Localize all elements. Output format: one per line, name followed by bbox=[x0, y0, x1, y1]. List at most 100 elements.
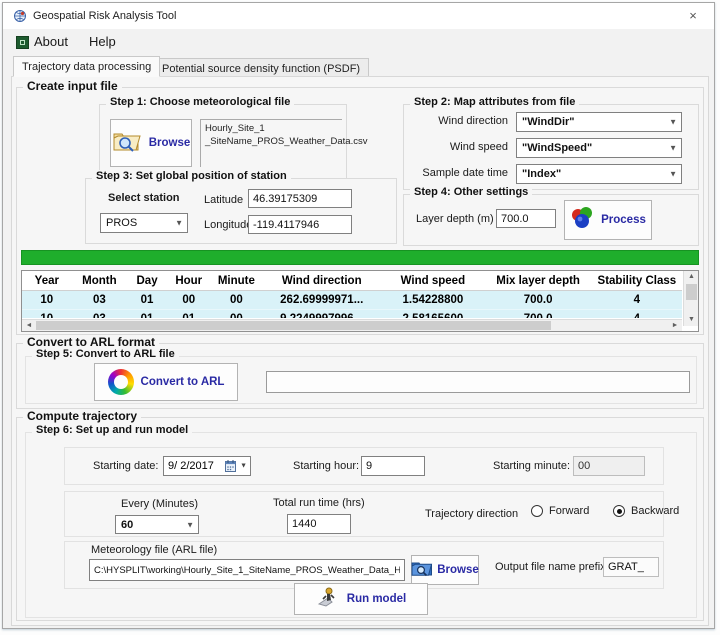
tab-psdf[interactable]: Potential source density function (PSDF) bbox=[153, 58, 369, 77]
browse-meteo-file-label: Browse bbox=[149, 137, 191, 149]
wind-speed-select[interactable]: "WindSpeed" ▼ bbox=[516, 138, 682, 158]
chevron-down-icon: ▼ bbox=[669, 144, 677, 153]
table-vertical-scrollbar[interactable]: ▲ ▼ bbox=[683, 271, 698, 326]
backward-radio[interactable]: Backward bbox=[613, 505, 679, 517]
convert-to-arl-label: Convert to ARL bbox=[141, 376, 225, 388]
chevron-down-icon: ▼ bbox=[669, 170, 677, 179]
browse-arl-file-button[interactable]: Browse bbox=[411, 555, 479, 585]
about-menu-icon bbox=[16, 36, 29, 49]
starting-date-picker[interactable]: 9/ 2/2017 ▼ bbox=[163, 456, 251, 476]
table-header-row: Year Month Day Hour Minute Wind directio… bbox=[22, 271, 682, 291]
cell: 01 bbox=[127, 294, 167, 306]
step2-title: Step 2: Map attributes from file bbox=[410, 96, 579, 108]
title-bar: Geospatial Risk Analysis Tool × bbox=[3, 3, 714, 29]
cell: 10 bbox=[22, 294, 72, 306]
wind-direction-label: Wind direction bbox=[404, 115, 508, 127]
scroll-left-icon[interactable]: ◄ bbox=[22, 320, 36, 332]
col-month: Month bbox=[72, 275, 128, 287]
layer-depth-input[interactable] bbox=[496, 209, 556, 228]
rgb-spheres-icon bbox=[570, 207, 594, 234]
every-minutes-label: Every (Minutes) bbox=[121, 498, 198, 510]
cell: 700.0 bbox=[485, 294, 592, 306]
scroll-right-icon[interactable]: ► bbox=[668, 320, 682, 332]
process-progress-bar bbox=[21, 250, 699, 265]
wind-direction-select[interactable]: "WindDir" ▼ bbox=[516, 112, 682, 132]
forward-radio[interactable]: Forward bbox=[531, 505, 589, 517]
compute-trajectory-group: Compute trajectory Step 6: Set up and ru… bbox=[16, 417, 704, 621]
trajectory-direction-label: Trajectory direction bbox=[425, 508, 518, 520]
table-row[interactable]: 10 03 01 00 00 262.69999971... 1.5422880… bbox=[22, 291, 682, 309]
tab-content: Create input file Step 1: Choose meteoro… bbox=[11, 76, 709, 626]
station-value: PROS bbox=[106, 217, 137, 229]
starting-hour-input[interactable] bbox=[361, 456, 425, 476]
longitude-input[interactable] bbox=[248, 215, 352, 234]
met-file-panel: Meteorology file (ARL file) Browse Outpu… bbox=[64, 541, 664, 589]
desktop: Geospatial Risk Analysis Tool × About He… bbox=[0, 0, 720, 635]
close-button[interactable]: × bbox=[682, 7, 704, 25]
col-day: Day bbox=[127, 275, 167, 287]
step2-group: Step 2: Map attributes from file Wind di… bbox=[403, 104, 699, 190]
wind-direction-value: "WindDir" bbox=[522, 116, 575, 128]
cell: 1.54228800 bbox=[381, 294, 484, 306]
runner-icon bbox=[316, 586, 340, 613]
total-run-time-input[interactable] bbox=[287, 514, 351, 534]
col-stability-class: Stability Class bbox=[592, 275, 682, 287]
latitude-input[interactable] bbox=[248, 189, 352, 208]
met-file-path-input[interactable] bbox=[89, 559, 405, 581]
cell: 9.2249997996... bbox=[262, 313, 381, 319]
starting-date-label: Starting date: bbox=[93, 460, 158, 472]
menu-about[interactable]: About bbox=[34, 34, 68, 49]
sample-date-time-select[interactable]: "Index" ▼ bbox=[516, 164, 682, 184]
browse-meteo-file-button[interactable]: Browse bbox=[110, 119, 192, 167]
run-model-button[interactable]: Run model bbox=[294, 583, 428, 615]
wind-speed-label: Wind speed bbox=[404, 141, 508, 153]
cell: 00 bbox=[167, 294, 211, 306]
scroll-up-icon[interactable]: ▲ bbox=[684, 271, 699, 283]
tab-trajectory-data-processing[interactable]: Trajectory data processing bbox=[13, 56, 160, 77]
step4-title: Step 4: Other settings bbox=[410, 186, 532, 198]
sample-date-time-label: Sample date time bbox=[404, 167, 508, 179]
process-button[interactable]: Process bbox=[564, 200, 652, 240]
cell: 10 bbox=[22, 313, 72, 319]
col-wind-direction: Wind direction bbox=[262, 275, 381, 287]
longitude-label: Longitude bbox=[204, 219, 252, 231]
step3-group: Step 3: Set global position of station S… bbox=[85, 178, 397, 244]
radio-checked-icon[interactable] bbox=[613, 505, 625, 517]
col-wind-speed: Wind speed bbox=[381, 275, 484, 287]
every-minutes-select[interactable]: 60 ▼ bbox=[115, 515, 199, 534]
select-station-label: Select station bbox=[108, 192, 180, 204]
cell: 01 bbox=[127, 313, 167, 319]
vertical-scroll-thumb[interactable] bbox=[686, 284, 697, 300]
cell: 4 bbox=[592, 313, 682, 319]
cell: 00 bbox=[211, 294, 263, 306]
station-select[interactable]: PROS ▼ bbox=[100, 213, 188, 233]
menu-help[interactable]: Help bbox=[89, 34, 116, 49]
folder-search-icon bbox=[112, 129, 142, 158]
starting-date-value: 9/ 2/2017 bbox=[168, 460, 214, 472]
step1-title: Step 1: Choose meteorological file bbox=[106, 96, 294, 108]
starting-minute-input[interactable] bbox=[573, 456, 645, 476]
step6-group: Step 6: Set up and run model Starting da… bbox=[25, 432, 697, 618]
step5-group: Step 5: Convert to ARL file Convert to A… bbox=[25, 356, 697, 404]
browse-arl-file-label: Browse bbox=[437, 564, 479, 576]
output-prefix-input[interactable] bbox=[603, 557, 659, 577]
horizontal-scroll-thumb[interactable] bbox=[36, 321, 551, 330]
step4-group: Step 4: Other settings Layer depth (m) P… bbox=[403, 194, 699, 246]
layer-depth-label: Layer depth (m) bbox=[416, 213, 494, 225]
col-hour: Hour bbox=[167, 275, 211, 287]
table-row[interactable]: 10 03 01 01 00 9.2249997996... 2.5816560… bbox=[22, 309, 682, 318]
app-icon bbox=[13, 9, 27, 23]
cell: 262.69999971... bbox=[262, 294, 381, 306]
selected-file-name: Hourly_Site_1 _SiteName_PROS_Weather_Dat… bbox=[200, 119, 342, 167]
step3-title: Step 3: Set global position of station bbox=[92, 170, 291, 182]
convert-to-arl-button[interactable]: Convert to ARL bbox=[94, 363, 238, 401]
met-file-label: Meteorology file (ARL file) bbox=[91, 544, 217, 556]
cell: 03 bbox=[72, 313, 128, 319]
weather-data-table[interactable]: Year Month Day Hour Minute Wind directio… bbox=[21, 270, 699, 332]
radio-unchecked-icon[interactable] bbox=[531, 505, 543, 517]
table-horizontal-scrollbar[interactable]: ◄ ► bbox=[22, 319, 682, 331]
convert-progress-bar bbox=[266, 371, 690, 393]
scroll-down-icon[interactable]: ▼ bbox=[684, 314, 699, 326]
process-label: Process bbox=[601, 214, 646, 226]
calendar-icon bbox=[225, 460, 236, 475]
